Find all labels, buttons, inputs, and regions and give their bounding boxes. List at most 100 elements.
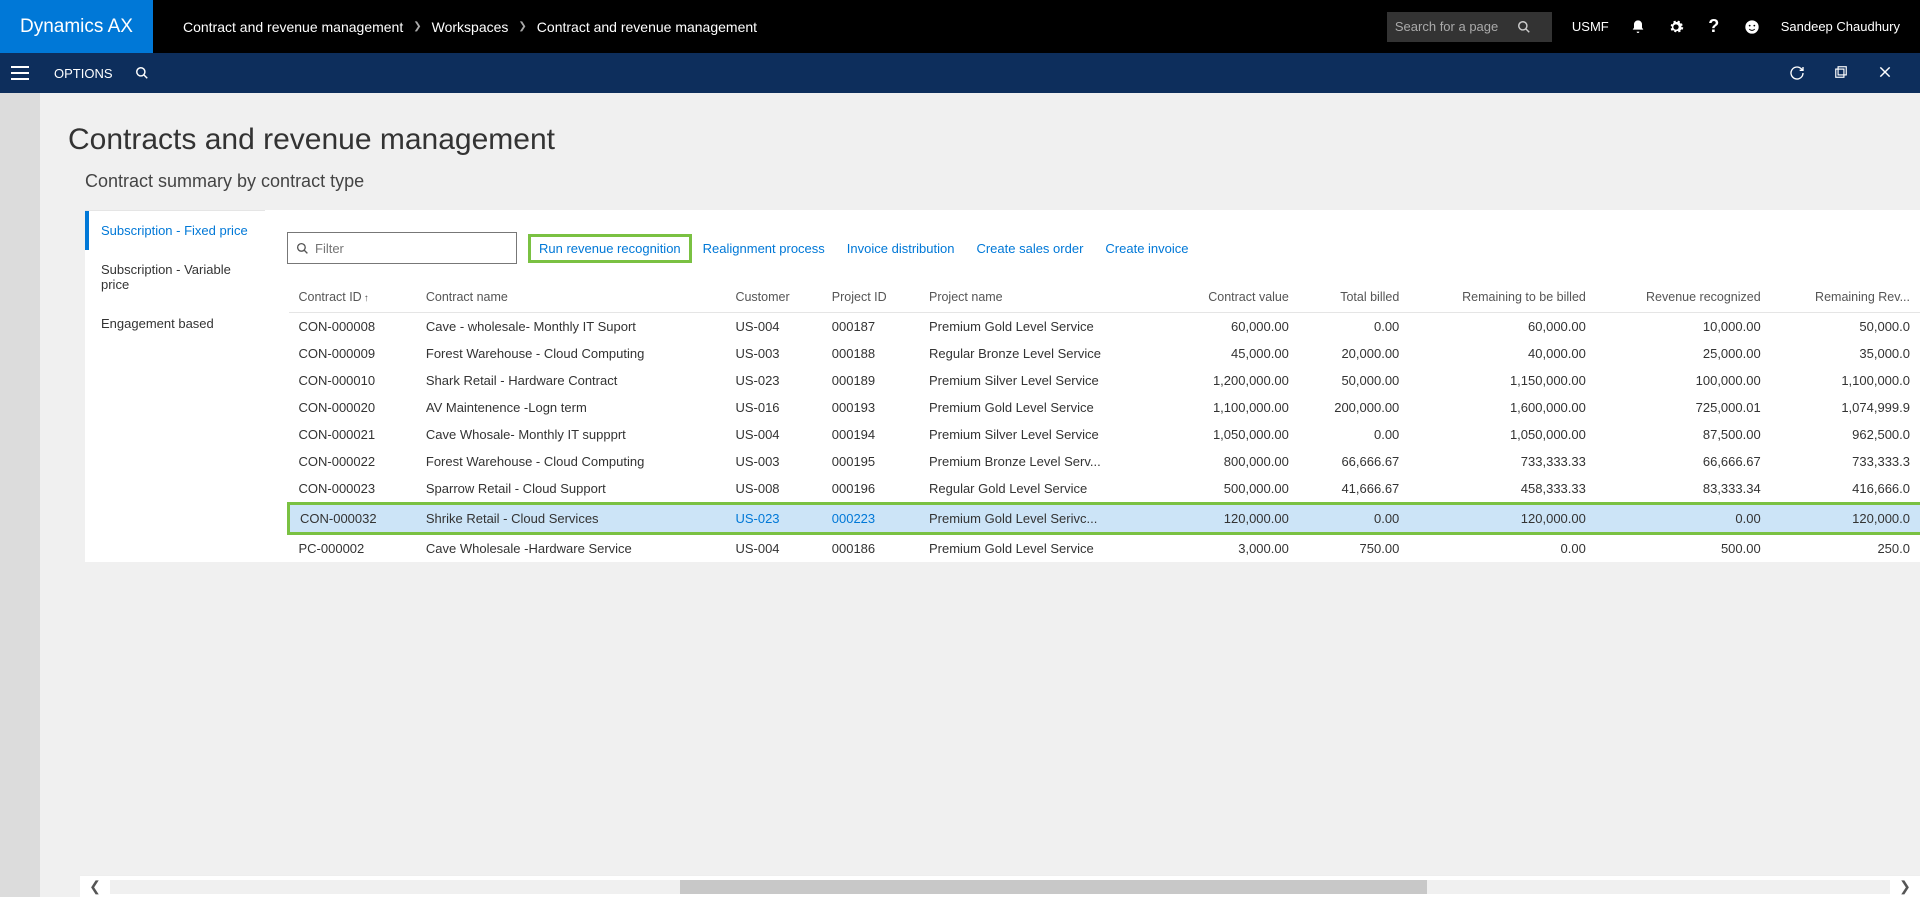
options-button[interactable]: OPTIONS [40, 66, 127, 81]
cell: 83,333.34 [1596, 475, 1771, 504]
run-revenue-recognition-button[interactable]: Run revenue recognition [528, 234, 692, 263]
cell: Premium Gold Level Serivc... [919, 504, 1168, 534]
breadcrumb-item[interactable]: Workspaces [432, 19, 509, 35]
scroll-left-arrow[interactable]: ❮ [80, 878, 110, 895]
scroll-track[interactable] [110, 880, 1890, 894]
cell: US-016 [725, 394, 821, 421]
column-header[interactable]: Project name [919, 282, 1168, 313]
smiley-icon[interactable] [1743, 18, 1761, 36]
cell: CON-000022 [289, 448, 416, 475]
brand-logo[interactable]: Dynamics AX [0, 0, 153, 53]
cell: 1,600,000.00 [1409, 394, 1596, 421]
cell: 120,000.0 [1771, 504, 1920, 534]
cell: 962,500.0 [1771, 421, 1920, 448]
horizontal-scrollbar[interactable]: ❮ ❯ [80, 875, 1920, 897]
scroll-right-arrow[interactable]: ❯ [1890, 878, 1920, 895]
table-row[interactable]: CON-000023Sparrow Retail - Cloud Support… [289, 475, 1920, 504]
column-header[interactable]: Remaining to be billed [1409, 282, 1596, 313]
bell-icon[interactable] [1629, 18, 1647, 36]
help-icon[interactable]: ? [1705, 18, 1723, 36]
cell: Forest Warehouse - Cloud Computing [416, 340, 726, 367]
column-header[interactable]: Remaining Rev... [1771, 282, 1920, 313]
cell: 120,000.00 [1168, 504, 1299, 534]
create-invoice-button[interactable]: Create invoice [1105, 241, 1188, 256]
cell: CON-000032 [289, 504, 416, 534]
cell: 0.00 [1299, 313, 1409, 341]
subtitle: Contract summary by contract type [40, 171, 1920, 192]
table-row[interactable]: CON-000020AV Maintenence -Logn termUS-01… [289, 394, 1920, 421]
refresh-icon[interactable] [1782, 65, 1812, 81]
table-row[interactable]: CON-000010Shark Retail - Hardware Contra… [289, 367, 1920, 394]
cell: Cave Whosale- Monthly IT suppprt [416, 421, 726, 448]
table-row[interactable]: CON-000022Forest Warehouse - Cloud Compu… [289, 448, 1920, 475]
content-area: Contracts and revenue management Contrac… [0, 93, 1920, 897]
table-row[interactable]: CON-000032Shrike Retail - Cloud Services… [289, 504, 1920, 534]
cell: Sparrow Retail - Cloud Support [416, 475, 726, 504]
filter-input[interactable] [315, 241, 508, 256]
cell: Premium Gold Level Service [919, 534, 1168, 563]
cell: 1,050,000.00 [1409, 421, 1596, 448]
breadcrumb-item[interactable]: Contract and revenue management [183, 19, 403, 35]
cell: 000196 [822, 475, 919, 504]
table-row[interactable]: PC-000002Cave Wholesale -Hardware Servic… [289, 534, 1920, 563]
side-tab[interactable]: Subscription - Variable price [85, 250, 265, 304]
create-sales-order-button[interactable]: Create sales order [976, 241, 1083, 256]
cell: 60,000.00 [1168, 313, 1299, 341]
hamburger-button[interactable] [0, 53, 40, 93]
table-row[interactable]: CON-000008Cave - wholesale- Monthly IT S… [289, 313, 1920, 341]
popout-icon[interactable] [1826, 65, 1856, 81]
breadcrumb-item[interactable]: Contract and revenue management [537, 19, 757, 35]
column-header[interactable]: Contract ID↑ [289, 282, 416, 313]
cell: 87,500.00 [1596, 421, 1771, 448]
cell: 1,200,000.00 [1168, 367, 1299, 394]
cell: 000223 [822, 504, 919, 534]
column-header[interactable]: Project ID [822, 282, 919, 313]
column-header[interactable]: Contract value [1168, 282, 1299, 313]
cell: CON-000009 [289, 340, 416, 367]
username-label[interactable]: Sandeep Chaudhury [1781, 19, 1900, 34]
cell: 66,666.67 [1596, 448, 1771, 475]
grid-toolbar: Run revenue recognition Realignment proc… [287, 232, 1920, 264]
table-row[interactable]: CON-000021Cave Whosale- Monthly IT suppp… [289, 421, 1920, 448]
search-icon[interactable] [1515, 18, 1533, 36]
scroll-thumb[interactable] [680, 880, 1428, 894]
cell: 66,666.67 [1299, 448, 1409, 475]
cell: 1,050,000.00 [1168, 421, 1299, 448]
search-input[interactable] [1395, 19, 1515, 34]
column-header[interactable]: Customer [725, 282, 821, 313]
cell: Regular Bronze Level Service [919, 340, 1168, 367]
side-tabs: Subscription - Fixed priceSubscription -… [85, 210, 265, 562]
column-header[interactable]: Revenue recognized [1596, 282, 1771, 313]
cell: AV Maintenence -Logn term [416, 394, 726, 421]
cell: 3,000.00 [1168, 534, 1299, 563]
cell: 500.00 [1596, 534, 1771, 563]
column-header[interactable]: Contract name [416, 282, 726, 313]
cell: US-023 [725, 367, 821, 394]
column-header[interactable]: Total billed [1299, 282, 1409, 313]
company-code[interactable]: USMF [1572, 19, 1609, 34]
side-tab[interactable]: Engagement based [85, 304, 265, 343]
cell: 000186 [822, 534, 919, 563]
cell: 200,000.00 [1299, 394, 1409, 421]
close-icon[interactable] [1870, 65, 1900, 81]
global-search[interactable] [1387, 12, 1552, 42]
cell: Premium Silver Level Service [919, 367, 1168, 394]
table-row[interactable]: CON-000009Forest Warehouse - Cloud Compu… [289, 340, 1920, 367]
invoice-distribution-button[interactable]: Invoice distribution [847, 241, 955, 256]
search-icon[interactable] [127, 66, 157, 80]
cell: 000188 [822, 340, 919, 367]
gear-icon[interactable] [1667, 18, 1685, 36]
cell: Premium Silver Level Service [919, 421, 1168, 448]
cell: 500,000.00 [1168, 475, 1299, 504]
cell: 000195 [822, 448, 919, 475]
cell: 35,000.0 [1771, 340, 1920, 367]
cell: 458,333.33 [1409, 475, 1596, 504]
cell: 1,100,000.00 [1168, 394, 1299, 421]
realignment-process-button[interactable]: Realignment process [703, 241, 825, 256]
cell: 000187 [822, 313, 919, 341]
page: Contracts and revenue management Contrac… [40, 93, 1920, 897]
cell: 60,000.00 [1409, 313, 1596, 341]
filter-box[interactable] [287, 232, 517, 264]
side-tab[interactable]: Subscription - Fixed price [85, 211, 265, 250]
cell: 40,000.00 [1409, 340, 1596, 367]
